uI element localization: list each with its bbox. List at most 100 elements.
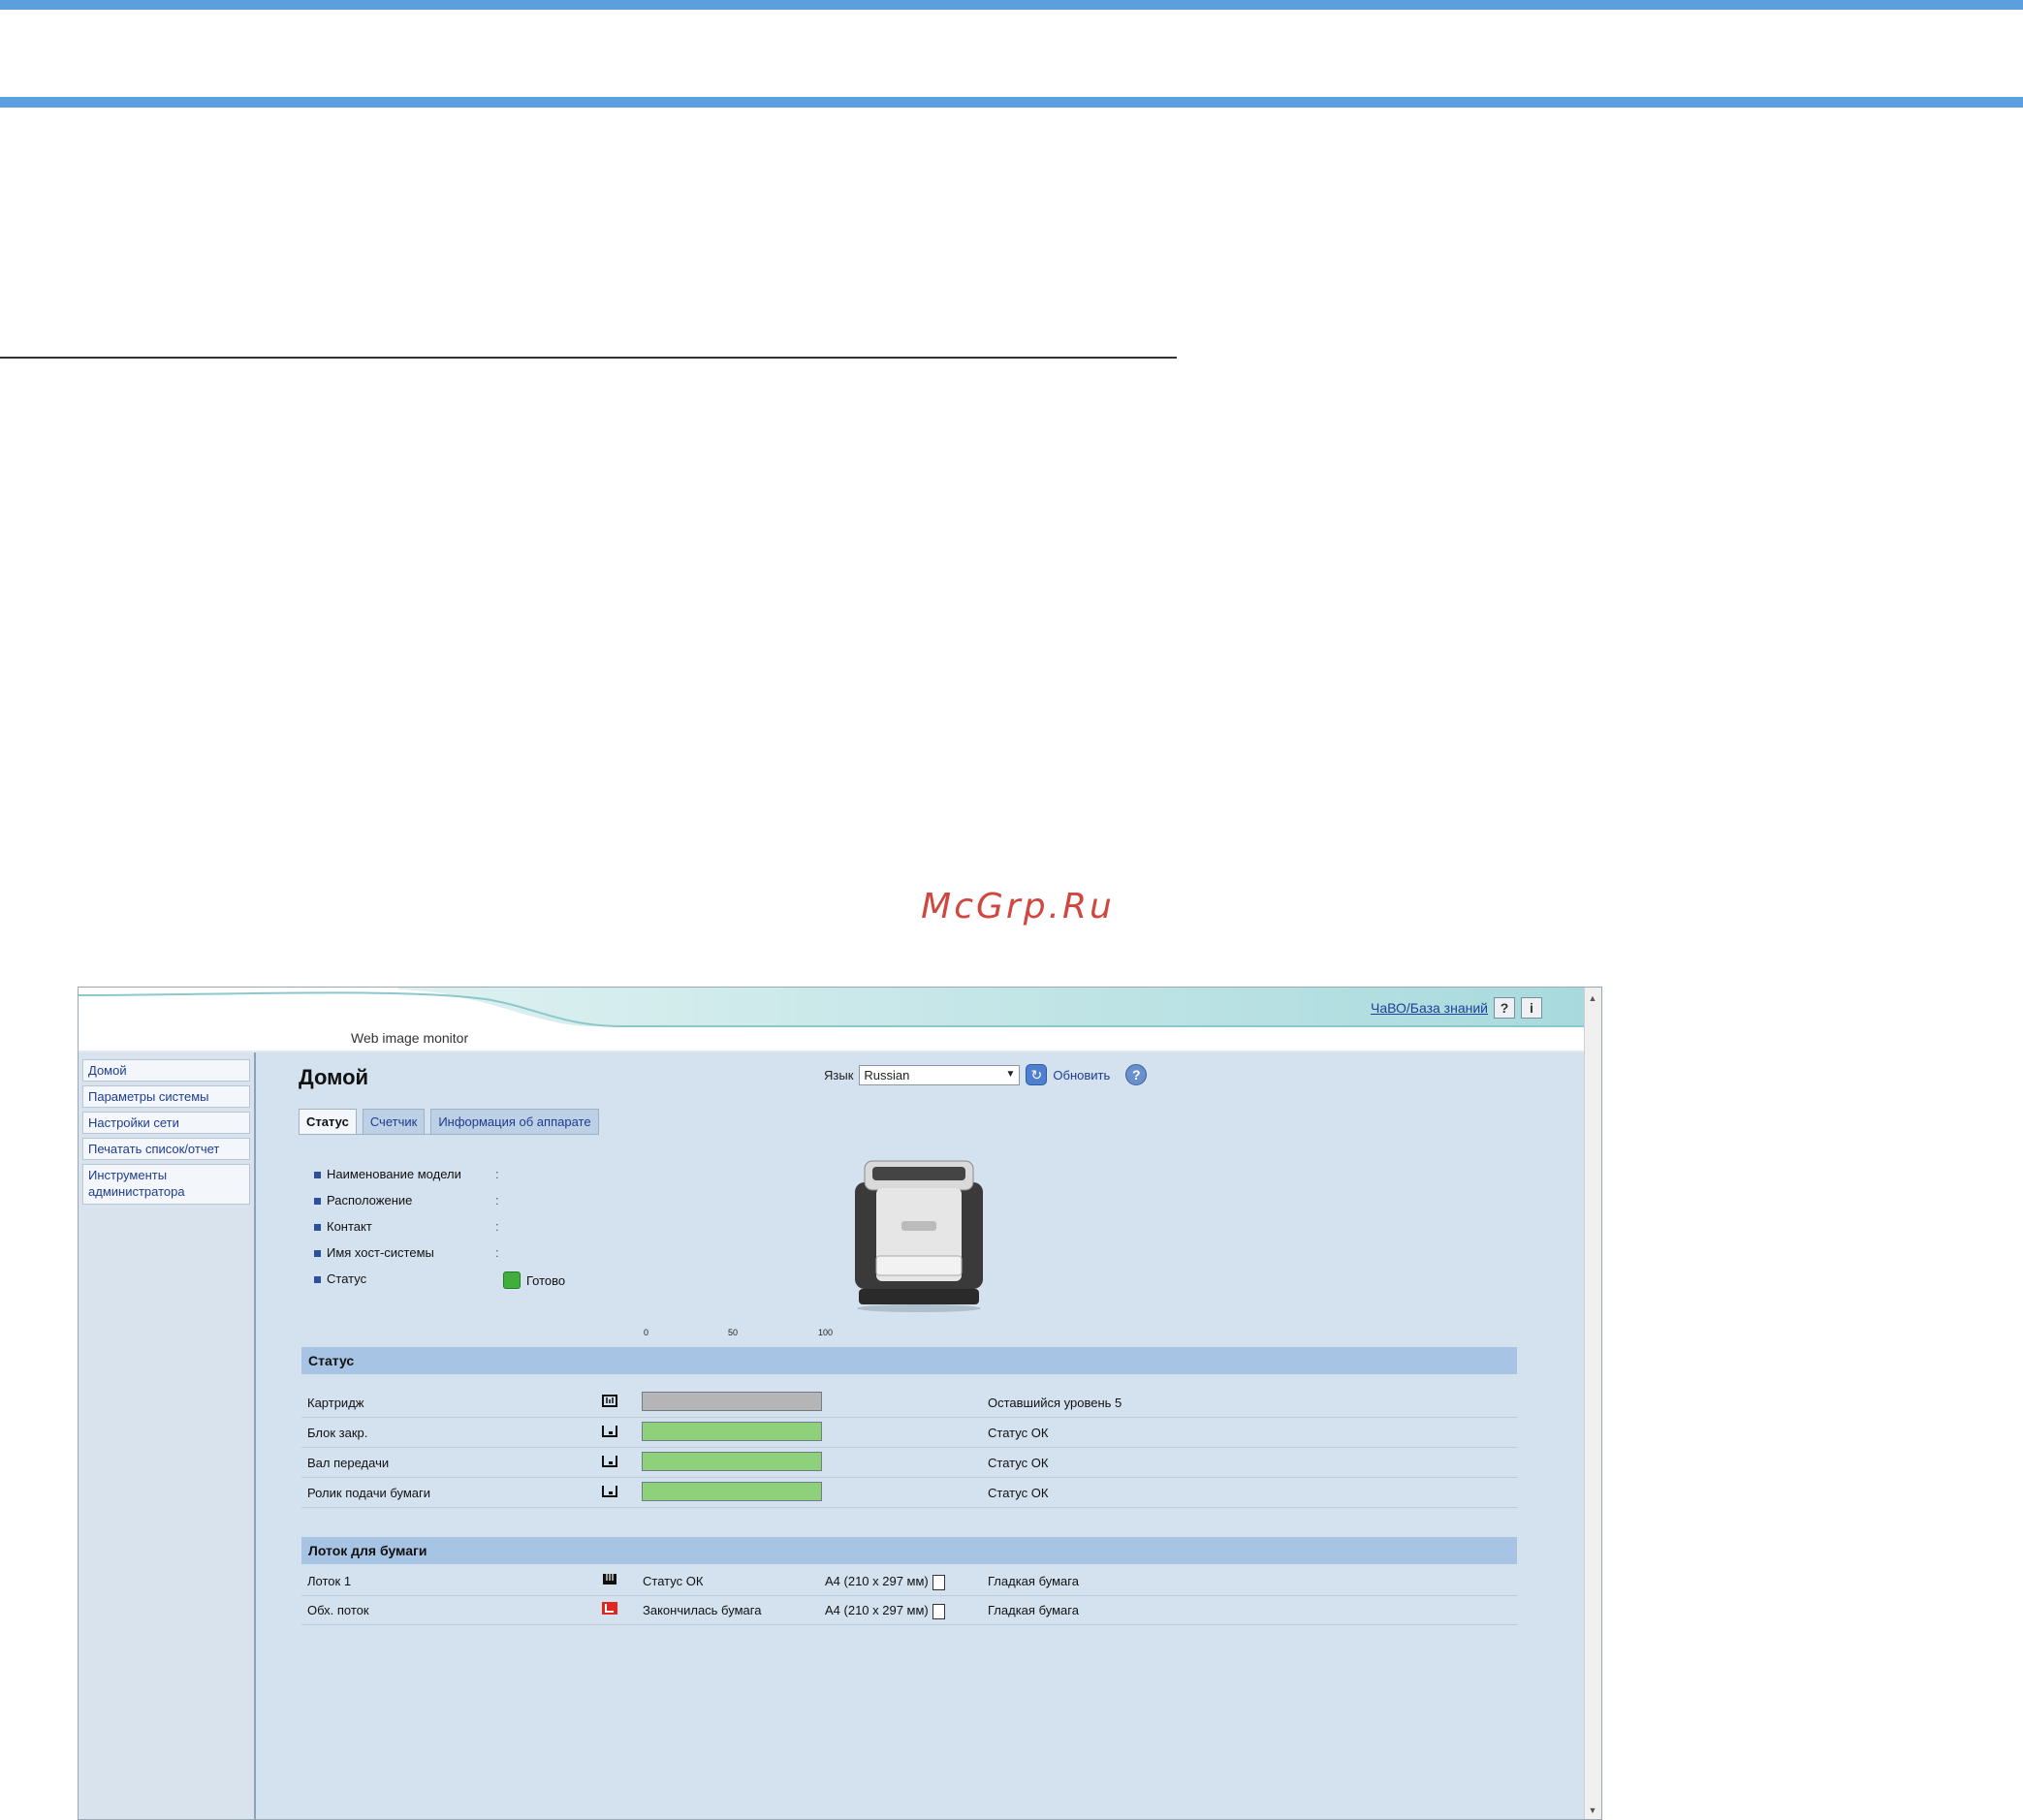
info-row-model: Наименование модели : <box>314 1167 605 1186</box>
row-status: Статус ОК <box>988 1426 1049 1440</box>
status-value: Готово <box>503 1271 565 1289</box>
row-label: Лоток 1 <box>307 1574 352 1588</box>
unit-icon <box>602 1486 617 1497</box>
paper-tray-section-header: Лоток для бумаги <box>301 1537 1517 1564</box>
language-select[interactable]: Russian ▼ <box>859 1064 1021 1085</box>
info-row-contact: Контакт : <box>314 1219 605 1239</box>
tray-size: A4 (210 x 297 мм) <box>825 1574 945 1590</box>
info-row-location: Расположение : <box>314 1193 605 1212</box>
bullet-icon <box>314 1276 321 1284</box>
refresh-icon[interactable]: ↻ <box>1026 1064 1048 1085</box>
status-row-cartridge: Картридж Оставшийся уровень 5 <box>301 1388 1517 1418</box>
level-bar <box>642 1482 822 1501</box>
tray-row-bypass: Обх. поток Закончилась бумага A4 (210 x … <box>301 1595 1517 1625</box>
tray-row-tray1: Лоток 1 Статус ОК A4 (210 x 297 мм) Глад… <box>301 1566 1517 1596</box>
sidebar-item-network-settings[interactable]: Настройки сети <box>82 1112 250 1134</box>
tab-bar: Статус Счетчик Информация об аппарате <box>299 1109 599 1135</box>
level-bar-fill <box>643 1483 821 1500</box>
info-colon: : <box>495 1193 499 1208</box>
app-header: Web image monitor ЧаВО/База знаний ? i <box>79 988 1587 1052</box>
level-bar <box>642 1422 822 1441</box>
level-bar-fill <box>643 1423 821 1440</box>
unit-icon <box>602 1426 617 1437</box>
status-row-fuser: Блок закр. Статус ОК <box>301 1418 1517 1448</box>
tray-paper-type: Гладкая бумага <box>988 1603 1079 1617</box>
tray-empty-icon <box>602 1602 617 1615</box>
row-label: Обх. поток <box>307 1603 369 1617</box>
bullet-icon <box>314 1250 321 1258</box>
language-label: Язык <box>824 1067 854 1083</box>
document-top-band <box>0 0 2023 10</box>
refresh-link[interactable]: Обновить <box>1053 1068 1110 1083</box>
row-label: Вал передачи <box>307 1456 390 1470</box>
status-ready-text: Готово <box>526 1272 566 1288</box>
header-links: ЧаВО/База знаний ? i <box>1371 997 1542 1019</box>
faq-knowledge-base-link[interactable]: ЧаВО/База знаний <box>1371 1000 1488 1016</box>
bullet-icon <box>314 1224 321 1232</box>
document-rule <box>0 357 1177 359</box>
bullet-icon <box>314 1198 321 1206</box>
info-row-status: Статус Готово <box>314 1271 605 1291</box>
sidebar-item-print-list-report[interactable]: Печатать список/отчет <box>82 1138 250 1160</box>
language-value: Russian <box>864 1067 910 1083</box>
tray-status: Закончилась бумага <box>643 1603 762 1617</box>
row-status: Статус ОК <box>988 1486 1049 1500</box>
info-row-host: Имя хост-системы : <box>314 1245 605 1265</box>
level-bar-fill <box>643 1393 821 1410</box>
app-brand: Web image monitor <box>351 1030 469 1046</box>
tab-device-info[interactable]: Информация об аппарате <box>430 1109 599 1134</box>
paper-icon <box>932 1603 945 1619</box>
scale-tick: 100 <box>818 1328 834 1337</box>
info-colon: : <box>495 1167 499 1181</box>
info-icon[interactable]: i <box>1521 997 1542 1019</box>
level-bar <box>642 1392 822 1411</box>
tray-size-text: A4 (210 x 297 мм) <box>825 1574 929 1588</box>
row-label: Ролик подачи бумаги <box>307 1486 431 1500</box>
row-status: Оставшийся уровень 5 <box>988 1396 1122 1410</box>
page-title: Домой <box>299 1065 369 1089</box>
location-label: Расположение <box>327 1193 413 1208</box>
tray-status: Статус ОК <box>643 1574 704 1588</box>
web-image-monitor-screenshot: Web image monitor ЧаВО/База знаний ? i Д… <box>78 987 1602 1820</box>
sidebar-item-admin-tools[interactable]: Инструменты администратора <box>82 1164 250 1205</box>
model-label: Наименование модели <box>327 1167 461 1181</box>
status-row-transfer-roller: Вал передачи Статус ОК <box>301 1448 1517 1478</box>
tab-counter[interactable]: Счетчик <box>362 1109 426 1134</box>
bullet-icon <box>314 1172 321 1179</box>
scroll-up-icon[interactable]: ▲ <box>1588 993 1597 1003</box>
chevron-down-icon: ▼ <box>1005 1068 1016 1080</box>
contact-label: Контакт <box>327 1219 372 1234</box>
document-header-band <box>0 97 2023 108</box>
header-wave-graphic <box>79 988 1587 1052</box>
tray-ok-icon <box>603 1574 616 1585</box>
tray-size-text: A4 (210 x 297 мм) <box>825 1603 929 1617</box>
level-bar <box>642 1452 822 1471</box>
scroll-down-icon[interactable]: ▼ <box>1588 1805 1597 1815</box>
tray-size: A4 (210 x 297 мм) <box>825 1603 945 1619</box>
ready-icon <box>503 1271 521 1289</box>
status-label: Статус <box>327 1271 367 1286</box>
level-bar-fill <box>643 1453 821 1470</box>
printer-image <box>855 1160 983 1312</box>
sidebar-item-home[interactable]: Домой <box>82 1059 250 1082</box>
toner-icon <box>602 1395 617 1407</box>
info-colon: : <box>495 1245 499 1260</box>
paper-icon <box>932 1574 945 1590</box>
tab-status[interactable]: Статус <box>299 1109 357 1134</box>
vertical-scrollbar[interactable]: ▲ ▼ <box>1584 988 1601 1819</box>
scale-tick: 0 <box>644 1328 649 1337</box>
row-label: Блок закр. <box>307 1426 368 1440</box>
help-icon[interactable]: ? <box>1125 1064 1148 1085</box>
row-label: Картридж <box>307 1396 364 1410</box>
language-bar: Язык Russian ▼ ↻ Обновить ? <box>824 1064 1148 1085</box>
host-label: Имя хост-системы <box>327 1245 434 1260</box>
sidebar-item-system-settings[interactable]: Параметры системы <box>82 1085 250 1108</box>
main-content: Домой Язык Russian ▼ ↻ Обновить ? Статус… <box>256 1052 1587 1819</box>
sidebar: Домой Параметры системы Настройки сети П… <box>79 1052 256 1819</box>
help-question-icon[interactable]: ? <box>1494 997 1515 1019</box>
watermark: McGrp.Ru <box>921 887 1115 926</box>
status-section-header: Статус <box>301 1347 1517 1374</box>
row-status: Статус ОК <box>988 1456 1049 1470</box>
unit-icon <box>602 1456 617 1467</box>
tray-paper-type: Гладкая бумага <box>988 1574 1079 1588</box>
